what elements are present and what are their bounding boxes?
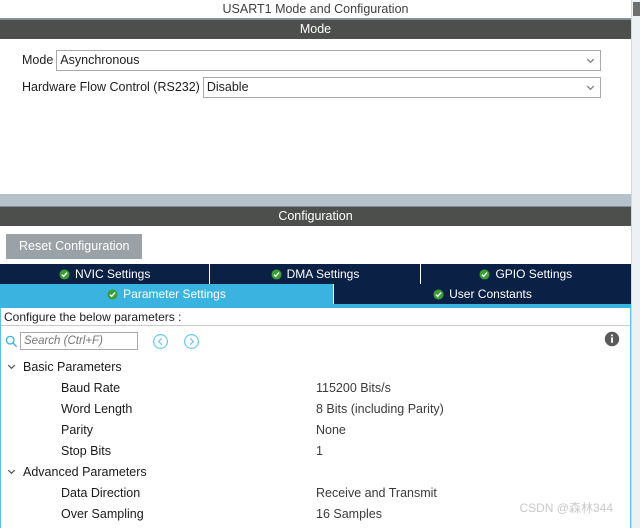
chevron-down-icon	[6, 466, 17, 477]
param-name: Over Sampling	[61, 506, 144, 521]
tab-label: GPIO Settings	[495, 267, 573, 281]
check-circle-icon	[59, 268, 70, 280]
table-row[interactable]: Baud Rate 115200 Bits/s	[1, 377, 630, 398]
param-value: 8 Bits (including Parity)	[316, 401, 444, 416]
param-name: Word Length	[61, 401, 133, 416]
param-value: 16 Samples	[316, 506, 383, 521]
table-row[interactable]: Parity None	[1, 419, 630, 440]
page-title: USART1 Mode and Configuration	[0, 0, 631, 18]
info-icon[interactable]	[604, 331, 620, 347]
tab-label: NVIC Settings	[74, 267, 151, 281]
check-circle-icon	[271, 268, 282, 280]
search-toolbar	[1, 326, 630, 354]
tab-row-secondary: Parameter Settings User Constants	[0, 284, 631, 304]
param-value: 115200 Bits/s	[316, 380, 391, 395]
search-input[interactable]	[20, 332, 138, 350]
tab-label: User Constants	[449, 287, 532, 301]
chevron-down-icon	[6, 361, 17, 372]
param-name: Parity	[61, 422, 93, 437]
table-row[interactable]: Stop Bits 1	[1, 440, 630, 461]
mode-field-label: Mode	[22, 53, 54, 67]
configuration-body: Reset Configuration NVIC Settings DMA Se…	[0, 226, 631, 528]
parameter-tree: Basic Parameters Baud Rate 115200 Bits/s…	[1, 354, 630, 524]
param-value: None	[316, 422, 346, 437]
check-circle-icon	[479, 268, 491, 280]
table-row[interactable]: Data Direction Receive and Transmit	[1, 482, 630, 503]
mode-section-header: Mode	[0, 19, 631, 39]
mode-panel: Mode Asynchronous Hardware Flow Control …	[0, 39, 631, 194]
param-value: 1	[316, 443, 323, 458]
check-circle-icon	[433, 288, 444, 300]
search-icon	[5, 335, 18, 348]
vertical-scrollbar[interactable]	[631, 0, 640, 528]
tab-nvic-settings[interactable]: NVIC Settings	[0, 264, 211, 284]
chevron-down-icon	[585, 55, 596, 66]
hardware-flow-control-label: Hardware Flow Control (RS232)	[22, 80, 200, 94]
check-circle-icon	[107, 288, 118, 300]
hardware-flow-control-row: Hardware Flow Control (RS232) Disable	[0, 76, 631, 98]
param-name: Stop Bits	[61, 443, 112, 458]
group-label: Basic Parameters	[23, 359, 122, 374]
group-advanced-parameters[interactable]: Advanced Parameters	[1, 461, 630, 482]
tab-gpio-settings[interactable]: GPIO Settings	[420, 264, 631, 284]
previous-match-icon[interactable]	[152, 333, 169, 350]
mode-select-value: Asynchronous	[60, 52, 140, 67]
configuration-section-header: Configuration	[0, 206, 631, 226]
next-match-icon[interactable]	[183, 333, 200, 350]
configure-note: Configure the below parameters :	[1, 308, 630, 326]
mode-field-row: Mode Asynchronous	[0, 49, 631, 71]
hardware-flow-control-value: Disable	[206, 79, 249, 94]
tab-user-constants[interactable]: User Constants	[334, 284, 631, 304]
tab-label: Parameter Settings	[123, 287, 226, 301]
vertical-scrollbar-thumb[interactable]	[633, 2, 640, 16]
reset-configuration-button[interactable]: Reset Configuration	[6, 234, 143, 259]
section-separator	[0, 194, 631, 206]
parameter-settings-panel: Configure the below parameters : Search …	[0, 308, 631, 528]
usart-config-page: USART1 Mode and Configuration Mode Mode …	[0, 0, 631, 528]
param-name: Baud Rate	[61, 380, 121, 395]
mode-select[interactable]: Asynchronous	[56, 49, 601, 71]
table-row[interactable]: Word Length 8 Bits (including Parity)	[1, 398, 630, 419]
reset-button-area: Reset Configuration	[0, 226, 631, 264]
chevron-down-icon	[585, 82, 596, 93]
tab-label: DMA Settings	[286, 267, 360, 281]
hardware-flow-control-select[interactable]: Disable	[202, 76, 601, 98]
param-name: Data Direction	[61, 485, 141, 500]
tab-row-primary: NVIC Settings DMA Settings GPIO Settings	[0, 264, 631, 284]
tab-parameter-settings[interactable]: Parameter Settings	[0, 284, 334, 304]
table-row[interactable]: Over Sampling 16 Samples	[1, 503, 630, 524]
group-basic-parameters[interactable]: Basic Parameters	[1, 356, 630, 377]
group-label: Advanced Parameters	[23, 464, 147, 479]
tab-dma-settings[interactable]: DMA Settings	[210, 264, 421, 284]
param-value: Receive and Transmit	[316, 485, 437, 500]
